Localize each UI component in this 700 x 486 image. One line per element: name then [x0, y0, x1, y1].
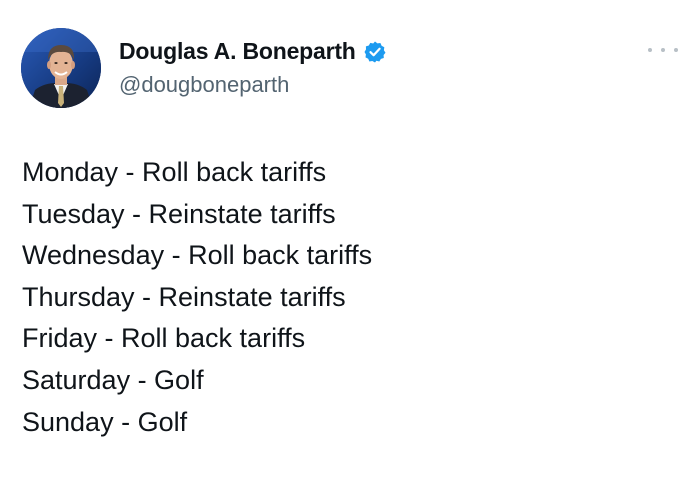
more-dot — [661, 48, 665, 52]
tweet-card: Douglas A. Boneparth @dougboneparth Mond… — [0, 0, 700, 486]
avatar[interactable] — [21, 28, 101, 108]
tweet-text: Monday - Roll back tariffs Tuesday - Rei… — [22, 152, 682, 443]
more-options-icon[interactable] — [648, 44, 678, 56]
tweet-line-monday: Monday - Roll back tariffs — [22, 157, 327, 187]
more-dot — [648, 48, 652, 52]
verified-badge-icon — [363, 40, 387, 64]
tweet-line-friday: Friday - Roll back tariffs — [22, 323, 306, 354]
author-name-row[interactable]: Douglas A. Boneparth — [119, 38, 387, 65]
avatar-image — [21, 28, 101, 108]
tweet-line-thursday: Thursday - Reinstate tariffs — [22, 281, 346, 312]
author-display-name[interactable]: Douglas A. Boneparth — [119, 38, 356, 65]
tweet-line-tuesday: Tuesday - Reinstate tariffs — [22, 198, 336, 229]
tweet-line-sunday: Sunday - Golf — [22, 406, 188, 437]
author-handle[interactable]: @dougboneparth — [119, 72, 289, 98]
tweet-line-saturday: Saturday - Golf — [22, 364, 204, 395]
more-dot — [674, 48, 678, 52]
tweet-line-wednesday: Wednesday - Roll back tariffs — [22, 240, 373, 271]
